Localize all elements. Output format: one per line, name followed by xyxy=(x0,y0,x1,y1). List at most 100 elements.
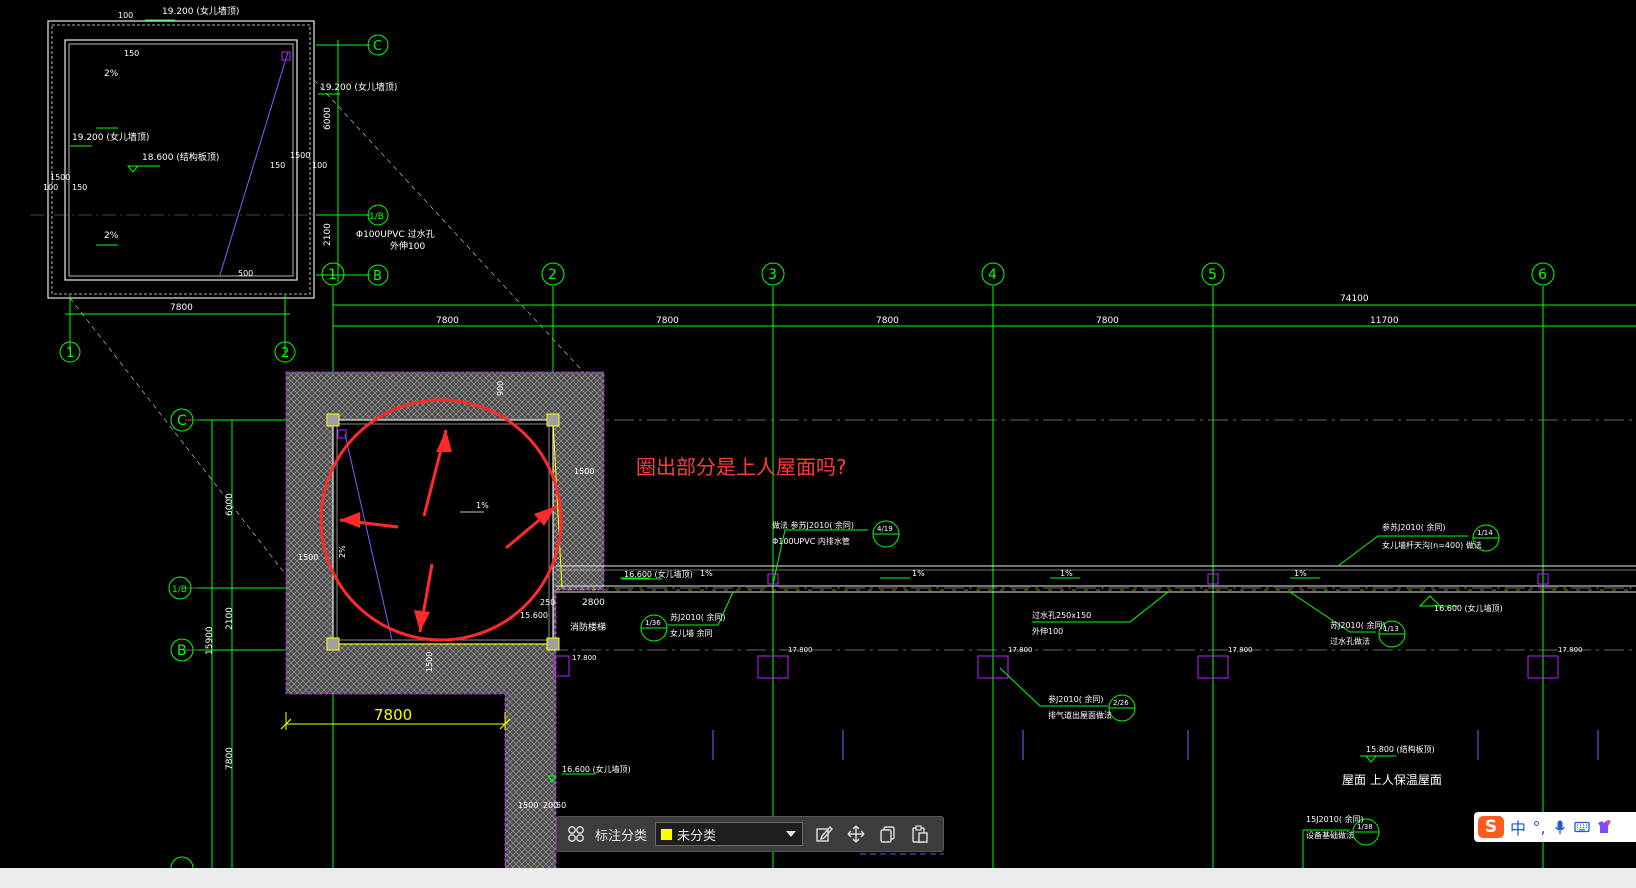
elev-15600: 15.600 xyxy=(520,611,548,620)
inset-dim-150-left: 150 xyxy=(72,183,87,192)
axis-col-3: 3 xyxy=(768,267,777,283)
dim-overall: 74100 xyxy=(1340,294,1369,304)
inset-dim-100: 100 xyxy=(312,161,327,170)
section-mark-1-14: 1/14 xyxy=(1477,529,1493,537)
inset-axis-C: C xyxy=(373,39,382,54)
circled-slope-2: 2% xyxy=(338,545,347,558)
inset-dim-100-top: 100 xyxy=(118,11,133,20)
drop-arrows xyxy=(712,730,1599,760)
wall-dim-1500-right: 1500 xyxy=(574,467,594,476)
dim-bay-3: 7800 xyxy=(876,316,899,326)
inset-struct-label: 18.600 (结构板顶) xyxy=(142,151,219,163)
gutter-strip: 1% 1% 1% 1% 16.600 (女儿墙顶) 15.600 消防楼梯 xyxy=(520,565,1636,633)
inset-axis-B: B xyxy=(373,269,382,284)
inset-parapet-left-label: 19.200 (女儿墙顶) xyxy=(72,131,149,143)
ime-logo-icon[interactable]: S xyxy=(1478,816,1504,838)
wall-dim-1500-left: 1500 xyxy=(298,553,318,562)
section-mark-1-36: 1/36 xyxy=(645,619,661,627)
dim-left-15900: 15900 xyxy=(205,626,215,655)
gutter-slope-1: 1% xyxy=(700,569,713,578)
gutter-slope-3: 1% xyxy=(1060,569,1073,578)
yellow-dim-7800: 7800 xyxy=(374,706,412,724)
note-e: 过水孔250x150 xyxy=(1032,610,1091,620)
ime-toolbar: S 中 °, xyxy=(1474,812,1636,842)
note-c: 苏J2010( 余同) xyxy=(670,612,726,622)
inset-dim-100-left: 100 xyxy=(43,183,58,192)
roof-type-label: 屋面 上人保温屋面 xyxy=(1342,773,1442,787)
inset-dim-6000: 6000 xyxy=(323,107,333,130)
elev-17800-e: 17.800 xyxy=(1558,646,1583,654)
inset-detail: 19.200 (女儿墙顶) 19.200 (女儿墙顶) 19.200 (女儿墙顶… xyxy=(30,5,435,352)
note-d: 苏J2010( 余同) xyxy=(1330,620,1386,630)
wall-dim-2800: 2800 xyxy=(582,598,605,608)
axis-col-5: 5 xyxy=(1208,267,1217,283)
lower-dim-50: 50 xyxy=(556,801,566,810)
section-mark-1-38: 1/38 xyxy=(1357,823,1373,831)
skin-icon[interactable] xyxy=(1596,819,1612,835)
keyboard-icon[interactable] xyxy=(1574,819,1590,835)
dim-bay-2: 7800 xyxy=(656,316,679,326)
inset-slope-bottom: 2% xyxy=(104,231,119,241)
toolbar-actions xyxy=(811,821,933,847)
inset-dim-2100: 2100 xyxy=(323,223,333,246)
paste-icon[interactable] xyxy=(907,821,933,847)
inset-dim-1500: 1500 xyxy=(290,151,310,160)
elev-17800-d: 17.800 xyxy=(1228,646,1253,654)
note-b2: 女儿墙杆天沟(n=400) 做法 xyxy=(1382,540,1482,550)
annotation-category-select[interactable]: 未分类 xyxy=(655,822,804,846)
inset-dim-150-top: 150 xyxy=(124,49,139,58)
wall-dim-2500: 1500 xyxy=(425,652,434,672)
color-swatch xyxy=(660,827,674,841)
circled-slope-1: 1% xyxy=(476,501,489,510)
note-h2: 设备基础做法 xyxy=(1306,830,1354,840)
inset-parapet-right-label: 19.200 (女儿墙顶) xyxy=(320,81,397,93)
note-c2: 女儿墙 余同 xyxy=(670,628,713,638)
dim-left-2100: 2100 xyxy=(225,607,235,630)
dim-bay-1: 7800 xyxy=(436,316,459,326)
copy-icon[interactable] xyxy=(875,821,901,847)
parapet-lower-label: 16.600 (女儿墙顶) xyxy=(562,764,631,774)
move-icon[interactable] xyxy=(843,821,869,847)
axis-row-B: B xyxy=(177,643,187,659)
ime-language-toggle[interactable]: 中 xyxy=(1510,815,1526,839)
note-d2: 过水孔做法 xyxy=(1330,636,1370,646)
drain-boxes: 17.800 17.800 17.800 17.800 17.800 xyxy=(554,646,1583,679)
inset-drain-label: Φ100UPVC 过水孔 xyxy=(356,228,435,240)
note-f2: 排气道出屋面做法 xyxy=(1048,710,1112,720)
note-e2: 外伸100 xyxy=(1032,626,1063,636)
lower-dim-1500: 1500 xyxy=(518,801,538,810)
inset-dim-500-right: 500 xyxy=(238,269,253,278)
selected-category: 未分类 xyxy=(677,828,717,844)
edit-icon[interactable] xyxy=(811,821,837,847)
yellow-dimension: 7800 xyxy=(280,706,511,730)
inset-parapet-top-label: 19.200 (女儿墙顶) xyxy=(162,5,239,17)
grid-icon[interactable] xyxy=(563,821,589,847)
detail-leader-2 xyxy=(69,297,291,581)
elev-17800-b: 17.800 xyxy=(788,646,813,654)
dim-left-6000: 6000 xyxy=(225,493,235,516)
question-annotation: 圈出部分是上人屋面吗? xyxy=(636,455,847,479)
inset-dim-150: 150 xyxy=(270,161,285,170)
parapet-mid-label: 16.600 (女儿墙顶) xyxy=(624,569,693,579)
parapet-right-label: 16.600 (女儿墙顶) xyxy=(1434,603,1503,613)
annotation-toolbar: 标注分类 未分类 xyxy=(556,816,944,852)
annotation-category-label: 标注分类 xyxy=(595,828,648,844)
note-h: 15J2010( 余同) xyxy=(1306,814,1364,824)
gutter-slope-2: 1% xyxy=(912,569,925,578)
status-strip xyxy=(0,868,1636,888)
note-f: 参J2010( 余同) xyxy=(1048,694,1104,704)
inset-axis-1B: 1/B xyxy=(369,212,384,222)
stair-note: 消防楼梯 xyxy=(570,621,606,633)
microphone-icon[interactable] xyxy=(1552,819,1568,835)
axis-col-4: 4 xyxy=(988,267,997,283)
cad-drawing-canvas[interactable]: 19.200 (女儿墙顶) 19.200 (女儿墙顶) 19.200 (女儿墙顶… xyxy=(0,0,1636,868)
axis-col-2: 2 xyxy=(548,267,557,283)
chevron-down-icon xyxy=(786,831,797,837)
axis-row-C: C xyxy=(177,413,187,429)
note-a: 做法 参苏J2010( 余同) xyxy=(772,520,854,530)
note-b: 参苏J2010( 余同) xyxy=(1382,522,1446,532)
inset-dim-1500-left: 1500 xyxy=(50,173,70,182)
dim-bay-4: 7800 xyxy=(1096,316,1119,326)
ime-punct-toggle[interactable]: °, xyxy=(1532,818,1546,837)
wall-dim-250: 250 xyxy=(540,598,555,607)
